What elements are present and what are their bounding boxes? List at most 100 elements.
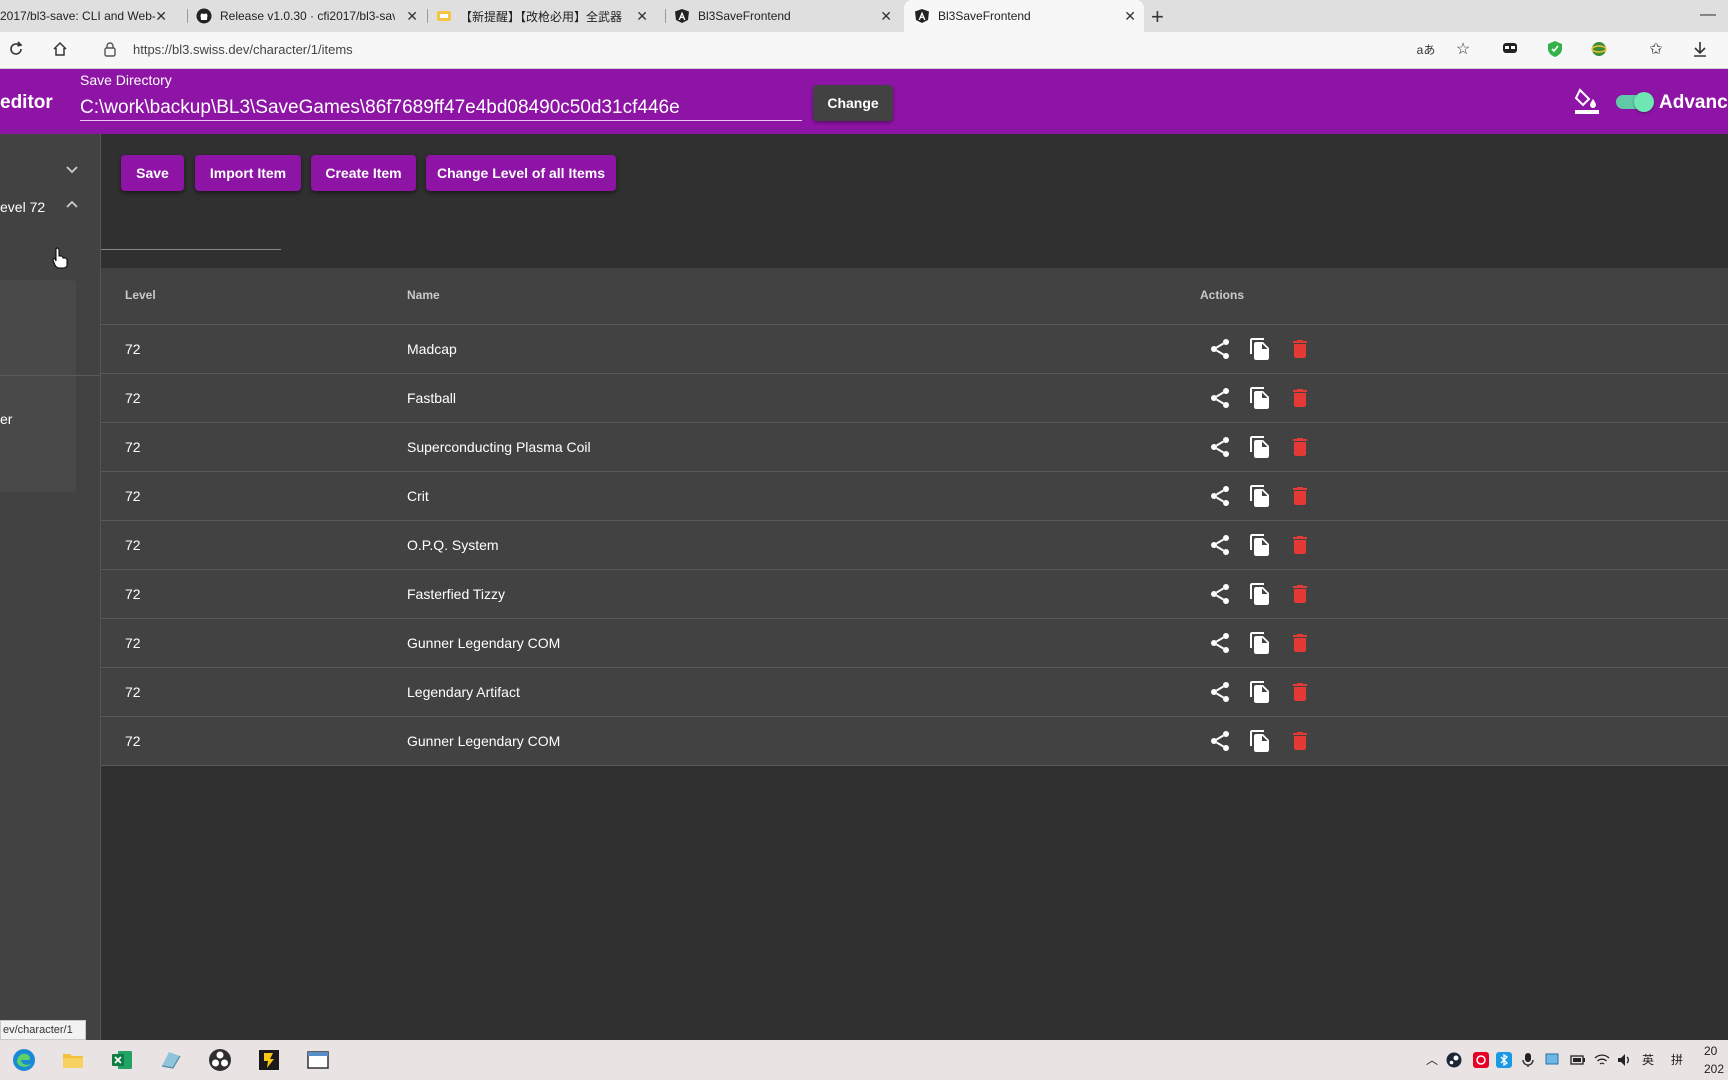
window-app-icon[interactable] <box>306 1048 330 1072</box>
taskbar-clock[interactable]: 20 202 <box>1704 1042 1724 1078</box>
item-level-cell: 72 <box>125 390 141 406</box>
downloads-icon[interactable] <box>1690 40 1710 60</box>
edge-icon[interactable] <box>12 1048 36 1072</box>
copy-icon[interactable] <box>1248 337 1272 361</box>
delete-icon[interactable] <box>1288 729 1312 753</box>
table-row[interactable]: 72 Gunner Legendary COM <box>101 619 1728 668</box>
table-row[interactable]: 72 Crit <box>101 472 1728 521</box>
copy-icon[interactable] <box>1248 729 1272 753</box>
app-icon[interactable] <box>159 1048 183 1072</box>
copy-icon[interactable] <box>1248 680 1272 704</box>
share-icon[interactable] <box>1208 729 1232 753</box>
copy-icon[interactable] <box>1248 631 1272 655</box>
table-row[interactable]: 72 Gunner Legendary COM <box>101 717 1728 766</box>
theme-paint-icon[interactable] <box>1574 87 1600 120</box>
share-icon[interactable] <box>1208 533 1232 557</box>
wifi-icon[interactable] <box>1594 1052 1610 1068</box>
file-explorer-icon[interactable] <box>61 1048 85 1072</box>
item-name-cell: Fasterfied Tizzy <box>407 586 506 602</box>
column-header-name[interactable]: Name <box>407 288 440 302</box>
excel-icon[interactable] <box>110 1048 134 1072</box>
share-icon[interactable] <box>1208 386 1232 410</box>
minimize-window-icon[interactable]: — <box>1700 6 1716 24</box>
create-item-button[interactable]: Create Item <box>311 155 416 191</box>
sidebar-sub-item[interactable]: er <box>0 280 76 427</box>
share-icon[interactable] <box>1208 680 1232 704</box>
chevron-down-icon[interactable] <box>64 161 80 177</box>
tray-overflow-icon[interactable]: ︿ <box>1424 1052 1440 1068</box>
delete-icon[interactable] <box>1288 680 1312 704</box>
monitor-icon[interactable] <box>1544 1052 1560 1068</box>
sidebar-character-level-72[interactable]: evel 72 <box>0 184 100 232</box>
browser-tab-1[interactable]: 2017/bl3-save: CLI and Web-B ✕ <box>0 0 175 32</box>
home-icon[interactable] <box>50 40 70 60</box>
share-icon[interactable] <box>1208 631 1232 655</box>
extension-shield-icon[interactable] <box>1545 40 1565 60</box>
delete-icon[interactable] <box>1288 582 1312 606</box>
ime-mode-indicator[interactable]: 拼 <box>1669 1052 1685 1068</box>
copy-icon[interactable] <box>1248 435 1272 459</box>
volume-icon[interactable] <box>1616 1052 1632 1068</box>
share-icon[interactable] <box>1208 435 1232 459</box>
extension-globe-icon[interactable] <box>1589 40 1609 60</box>
netease-icon[interactable] <box>1473 1052 1489 1068</box>
extension-mask-icon[interactable] <box>1500 40 1520 60</box>
change-directory-button[interactable]: Change <box>813 85 893 121</box>
tab-close-icon[interactable]: ✕ <box>406 8 418 25</box>
tab-close-icon[interactable]: ✕ <box>155 8 167 25</box>
bluetooth-icon[interactable] <box>1496 1052 1512 1068</box>
browser-tab-2[interactable]: Release v1.0.30 · cfi2017/bl3-save ✕ <box>196 0 426 32</box>
browser-tab-3[interactable]: 【新提醒】【改枪必用】全武器 ✕ <box>436 0 656 32</box>
reload-icon[interactable] <box>6 40 26 60</box>
table-row[interactable]: 72 O.P.Q. System <box>101 521 1728 570</box>
table-row[interactable]: 72 Madcap <box>101 325 1728 374</box>
item-level-cell: 72 <box>125 635 141 651</box>
advanced-label: Advanc <box>1659 92 1728 113</box>
add-favorite-icon[interactable]: ☆ <box>1453 40 1473 60</box>
lock-icon[interactable] <box>100 41 120 61</box>
delete-icon[interactable] <box>1288 337 1312 361</box>
item-name-cell: Gunner Legendary COM <box>407 733 561 749</box>
share-icon[interactable] <box>1208 484 1232 508</box>
copy-icon[interactable] <box>1248 533 1272 557</box>
change-level-all-button[interactable]: Change Level of all Items <box>426 155 616 191</box>
steam-icon[interactable] <box>1446 1052 1462 1068</box>
delete-icon[interactable] <box>1288 533 1312 557</box>
tab-close-icon[interactable]: ✕ <box>880 8 892 25</box>
filter-input[interactable] <box>101 249 281 250</box>
new-tab-button[interactable]: + <box>1151 4 1164 30</box>
share-icon[interactable] <box>1208 582 1232 606</box>
browser-tab-4[interactable]: Bl3SaveFrontend ✕ <box>674 0 900 32</box>
save-button[interactable]: Save <box>121 155 184 191</box>
forum-icon <box>437 11 451 21</box>
save-directory-input[interactable] <box>80 95 802 121</box>
obs-icon[interactable] <box>208 1048 232 1072</box>
favorites-icon[interactable]: ✩ <box>1646 40 1666 60</box>
import-item-button[interactable]: Import Item <box>195 155 301 191</box>
delete-icon[interactable] <box>1288 631 1312 655</box>
microphone-icon[interactable] <box>1520 1052 1536 1068</box>
advanced-toggle-thumb[interactable] <box>1634 92 1654 112</box>
browser-tab-active[interactable]: Bl3SaveFrontend ✕ <box>904 0 1144 32</box>
tab-close-icon[interactable]: ✕ <box>636 8 648 25</box>
table-row[interactable]: 72 Superconducting Plasma Coil <box>101 423 1728 472</box>
ime-language-indicator[interactable]: 英 <box>1640 1052 1656 1068</box>
copy-icon[interactable] <box>1248 582 1272 606</box>
share-icon[interactable] <box>1208 337 1232 361</box>
delete-icon[interactable] <box>1288 435 1312 459</box>
delete-icon[interactable] <box>1288 484 1312 508</box>
delete-icon[interactable] <box>1288 386 1312 410</box>
read-aloud-icon[interactable]: aあ <box>1416 40 1436 60</box>
column-header-level[interactable]: Level <box>125 288 156 302</box>
table-row[interactable]: 72 Fasterfied Tizzy <box>101 570 1728 619</box>
chevron-up-icon[interactable] <box>64 197 80 213</box>
copy-icon[interactable] <box>1248 386 1272 410</box>
copy-icon[interactable] <box>1248 484 1272 508</box>
table-row[interactable]: 72 Fastball <box>101 374 1728 423</box>
sidebar-collapsed-section[interactable] <box>0 134 100 182</box>
url-field[interactable]: https://bl3.swiss.dev/character/1/items <box>133 42 353 57</box>
battery-icon[interactable] <box>1570 1052 1586 1068</box>
tab-close-icon[interactable]: ✕ <box>1124 8 1136 25</box>
table-row[interactable]: 72 Legendary Artifact <box>101 668 1728 717</box>
borderlands-3-icon[interactable] <box>257 1048 281 1072</box>
